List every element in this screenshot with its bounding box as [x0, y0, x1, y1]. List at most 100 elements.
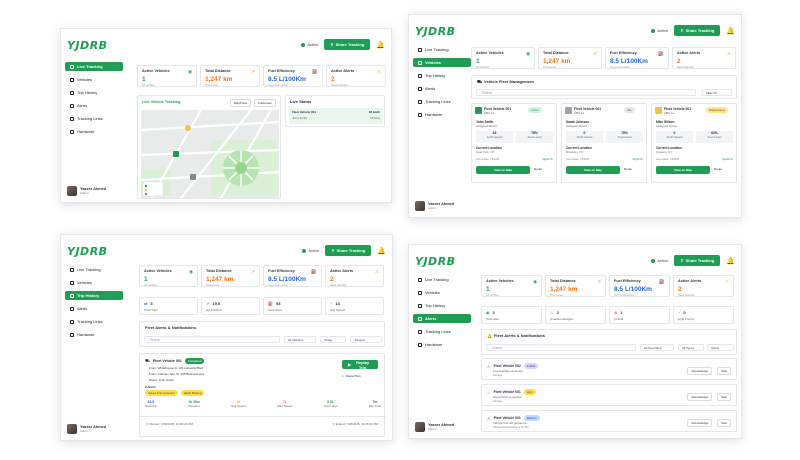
- severity-filter-select[interactable]: All Severities: [640, 344, 674, 351]
- sidebar-item-label: Tracking Links: [77, 116, 103, 121]
- speed-icon: ◔: [330, 301, 333, 306]
- alert-row[interactable]: ⚠ Fleet Vehicle 002 Critical Low fuel/fl…: [481, 358, 737, 380]
- view-button[interactable]: View: [716, 367, 731, 375]
- vehicle-card[interactable]: Fleet Vehicle 001 ABC 1a Maintenance Mik…: [651, 103, 737, 183]
- sidebar-item-alerts[interactable]: Alerts: [413, 84, 471, 93]
- acknowledge-button[interactable]: Acknowledge: [687, 419, 712, 427]
- user-profile[interactable]: Yasser Ahmed Admin: [415, 201, 454, 211]
- view-on-map-button[interactable]: View on Map: [476, 166, 530, 174]
- sidebar-item-vehicles[interactable]: Vehicles: [413, 58, 471, 67]
- sidebar-item-vehicles[interactable]: Vehicles: [65, 75, 123, 84]
- status-row[interactable]: Fleet Vehicle 001 32 km/h John Smith Movin…: [289, 108, 383, 124]
- panel-vehicles: YJDRB Active ⇪ Share Tracking 🔔 Live Trac…: [408, 14, 742, 218]
- user-profile[interactable]: Yasser Ahmed Admin: [67, 424, 106, 434]
- sidebar-item-alerts[interactable]: Alerts: [65, 101, 123, 110]
- alert-description: Vehicle has left geofence: [493, 421, 527, 425]
- sidebar-item-label: Live Tracking: [77, 267, 101, 272]
- divider: [140, 416, 386, 417]
- acknowledge-button[interactable]: Acknowledge: [687, 367, 712, 375]
- bell-icon[interactable]: 🔔: [376, 41, 385, 49]
- trip-card[interactable]: ⛟ Fleet Vehicle 001 Completed From: Whit…: [139, 353, 386, 437]
- view-on-map-button[interactable]: View on Map: [656, 166, 710, 174]
- filter-select[interactable]: Filter All: [702, 89, 732, 96]
- map-track-button[interactable]: MapTrack: [229, 99, 252, 107]
- bell-icon[interactable]: 🔔: [726, 27, 735, 35]
- sidebar-item-alerts[interactable]: Alerts: [413, 314, 471, 323]
- sidebar-item-trip-history[interactable]: Trip History: [413, 301, 471, 310]
- view-button[interactable]: View: [716, 419, 731, 427]
- sidebar-item-label: Trip History: [425, 303, 446, 308]
- sidebar: Live Tracking Vehicles Trip History Aler…: [413, 275, 471, 353]
- date-filter-select[interactable]: Today: [320, 336, 346, 343]
- trip-search-input[interactable]: Search: [144, 336, 280, 343]
- user-profile[interactable]: Yasser Ahmed Admin: [415, 422, 454, 432]
- sidebar-item-trip-history[interactable]: Trip History: [413, 71, 471, 80]
- export-button[interactable]: ↥ Export: [350, 336, 382, 343]
- view-button[interactable]: View: [716, 393, 731, 401]
- mini-stat: ⇄ 3 Total Trips: [139, 297, 198, 315]
- kpi-sub: All vehicles: [476, 66, 489, 69]
- vehicle-card[interactable]: Fleet Vehicle 001 ABC 1a Active John Smi…: [471, 103, 557, 183]
- alert-search-input[interactable]: Search: [486, 344, 636, 351]
- kpi-value: 2: [677, 58, 681, 65]
- sidebar-item-vehicles[interactable]: Vehicles: [413, 288, 471, 297]
- alert-tag: Harsh Braking: [180, 390, 205, 396]
- status-indicator: Active: [301, 42, 318, 47]
- sidebar-item-tracking-links[interactable]: Tracking Links: [413, 327, 471, 336]
- bell-icon[interactable]: 🔔: [377, 247, 386, 255]
- logo: YJDRB: [67, 245, 108, 258]
- user-role: Admin: [80, 429, 89, 433]
- route-button[interactable]: Route: [714, 167, 722, 171]
- sidebar-item-hardware[interactable]: Hardware: [413, 110, 471, 119]
- sidebar-item-live-tracking[interactable]: Live Tracking: [65, 62, 123, 71]
- speed-box: 16 km/h speed: [476, 131, 513, 143]
- sidebar-item-trip-history[interactable]: Trip History: [65, 88, 123, 97]
- fleet-management-header: ⛟ Vehicle Fleet Management Search Filter …: [471, 75, 737, 99]
- sidebar-item-tracking-links[interactable]: Tracking Links: [413, 97, 471, 106]
- route-button[interactable]: Route: [534, 167, 542, 171]
- sidebar-item-hardware[interactable]: Hardware: [65, 330, 123, 339]
- share-tracking-button[interactable]: ⇪ Share Tracking: [324, 39, 371, 50]
- kpi-label: Fuel Efficiency: [610, 51, 637, 55]
- status-badge: Maintenance: [706, 107, 729, 113]
- active-filter-select[interactable]: Active: [707, 344, 734, 351]
- route-plan-label: Route Plan: [345, 374, 361, 378]
- vehicle-search-input[interactable]: Search: [476, 89, 696, 96]
- replay-trip-button[interactable]: ▶ Replay Trip: [342, 360, 378, 370]
- sidebar-item-label: Live Tracking: [77, 64, 103, 69]
- sidebar-item-vehicles[interactable]: Vehicles: [65, 278, 123, 287]
- sidebar-item-label: Vehicles: [425, 290, 440, 295]
- bell-icon[interactable]: 🔔: [726, 257, 735, 265]
- sidebar-item-alerts[interactable]: Alerts: [65, 304, 123, 313]
- alert-row[interactable]: ⚠ Fleet Vehicle 001 High Speed limit exc…: [481, 384, 737, 406]
- trip-driver: Driver: John Smith: [149, 378, 174, 382]
- vehicle-filter-select[interactable]: All Vehicles: [284, 336, 316, 343]
- sidebar-item-trip-history[interactable]: Trip History: [65, 291, 123, 300]
- vehicle-card[interactable]: Fleet Vehicle 001 ABC 1a Idle Sarah John…: [561, 103, 647, 183]
- sidebar-item-hardware[interactable]: Hardware: [413, 340, 471, 349]
- live-map[interactable]: [141, 110, 279, 198]
- sidebar-item-live-tracking[interactable]: Live Tracking: [413, 275, 471, 284]
- route-plan-button[interactable]: ⌖ Route Plan: [342, 372, 378, 380]
- share-tracking-button[interactable]: ⇪ Share Tracking: [325, 245, 372, 256]
- kpi-row: Active Vehicles 1 All vehicles ◉ Total Dist…: [481, 275, 734, 297]
- user-profile[interactable]: Yasser Ahmed Admin: [67, 186, 106, 196]
- sidebar-item-live-tracking[interactable]: Live Tracking: [413, 45, 471, 54]
- sidebar-item-hardware[interactable]: Hardware: [65, 127, 123, 136]
- fullscreen-button[interactable]: Fullscreen: [254, 99, 276, 107]
- route-button[interactable]: Route: [624, 167, 632, 171]
- type-filter-select[interactable]: All Types: [678, 344, 704, 351]
- chip-icon: [70, 332, 74, 337]
- trip-metric: 1h 45m Duration: [188, 400, 200, 408]
- trip-alerts-label: 2 Alerts: [145, 385, 156, 389]
- share-tracking-button[interactable]: ⇪ Share Tracking: [674, 255, 721, 266]
- sidebar-item-live-tracking[interactable]: Live Tracking: [65, 265, 123, 274]
- sidebar-item-tracking-links[interactable]: Tracking Links: [65, 114, 123, 123]
- acknowledge-button[interactable]: Acknowledge: [687, 393, 712, 401]
- view-on-map-button[interactable]: View on Map: [566, 166, 620, 174]
- alert-row[interactable]: ⚠ Fleet Vehicle 001 Medium Vehicle has l…: [481, 410, 737, 432]
- fuel-box: 78% Fuel Level: [606, 131, 643, 143]
- trip-started: ◷ Started: 7/28/2025, 10:00:24 PM: [146, 422, 193, 426]
- share-tracking-button[interactable]: ⇪ Share Tracking: [674, 25, 721, 36]
- sidebar-item-tracking-links[interactable]: Tracking Links: [65, 317, 123, 326]
